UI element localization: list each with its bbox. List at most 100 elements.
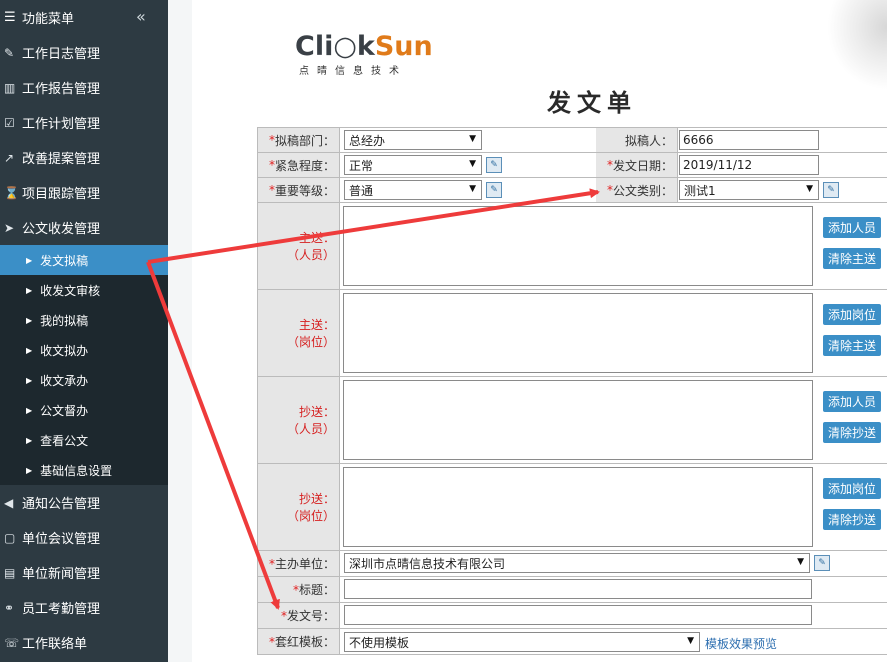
category-select[interactable]: 测试1 ▼ [679,180,819,200]
main-posts-textarea[interactable] [343,293,813,373]
submenu-item-label: 查看公文 [40,433,89,448]
sidebar-item-label: 员工考勤管理 [22,602,101,617]
dept-label: * 拟稿部门： [258,128,340,152]
drafter-value: 6666 [683,133,714,147]
edit-options-icon[interactable]: ✎ [486,182,502,198]
urgency-label: * 紧急程度： [258,153,340,177]
template-select[interactable]: 不使用模板 ▼ [344,632,700,652]
sidebar-item-label: 改善提案管理 [22,152,101,167]
template-preview-link[interactable]: 模板效果预览 [705,635,777,652]
host-value: 深圳市点晴信息技术有限公司 [349,556,506,571]
edit-options-icon[interactable]: ✎ [486,157,502,173]
submenu-item-label: 公文督办 [40,403,89,418]
caret-right-icon: ▶ [26,465,33,475]
collapse-icon[interactable]: « [136,7,146,26]
contact-icon: ☏ [4,635,20,650]
form-row-cc-posts: 抄送： （岗位） 添加岗位 清除抄送 [257,464,887,551]
caret-right-icon: ▶ [26,285,33,295]
submenu-item-label: 我的拟稿 [40,313,89,328]
sidebar-item-attendance[interactable]: ⚭ 员工考勤管理 [0,590,168,625]
dept-value: 总经办 [349,133,386,148]
submenu-item-label: 收文拟办 [40,343,89,358]
clear-main-posts-button[interactable]: 清除主送 [823,335,882,356]
content-gutter [168,0,192,662]
sidebar-item-label: 工作计划管理 [22,117,101,132]
sidebar-item-document[interactable]: ➤ 公文收发管理 [0,210,168,245]
logo-text-sun: Sun [374,31,433,62]
sidebar-item-news[interactable]: ▤ 单位新闻管理 [0,555,168,590]
edit-options-icon[interactable]: ✎ [823,182,839,198]
sidebar-item-improvement[interactable]: ↗ 改善提案管理 [0,140,168,175]
meeting-icon: ▢ [4,530,16,545]
calendar-check-icon: ☑ [4,115,15,130]
submenu-item-my-drafts[interactable]: ▶ 我的拟稿 [0,305,168,335]
sidebar-item-notice[interactable]: ◀ 通知公告管理 [0,485,168,520]
clear-main-button[interactable]: 清除主送 [823,248,882,269]
cc-persons-label: 抄送： （人员） [258,377,340,463]
title-label: * 标题： [258,577,340,602]
sidebar-item-project[interactable]: ⌛ 项目跟踪管理 [0,175,168,210]
drafter-label: 拟稿人： [596,128,678,152]
submenu-item-label: 收文承办 [40,373,89,388]
add-cc-person-button[interactable]: 添加人员 [823,391,882,412]
hourglass-icon: ⌛ [4,185,19,200]
cc-persons-textarea[interactable] [343,380,813,460]
drafter-input[interactable]: 6666 [679,130,819,150]
title-input[interactable] [344,579,812,599]
template-value: 不使用模板 [349,635,410,650]
sidebar-item-work-report[interactable]: ▥ 工作报告管理 [0,70,168,105]
form-row-importance: * 重要等级： 普通 ▼ ✎ * 公文类别： 测试1 ▼ ✎ [257,178,887,203]
cc-posts-textarea[interactable] [343,467,813,547]
sidebar-item-meeting[interactable]: ▢ 单位会议管理 [0,520,168,555]
attendance-icon: ⚭ [4,600,15,615]
dropdown-caret-icon: ▼ [469,184,476,194]
caret-right-icon: ▶ [26,255,33,265]
date-input[interactable]: 2019/11/12 [679,155,819,175]
form-row-docno: * 发文号： [257,603,887,629]
sidebar-item-contact[interactable]: ☏ 工作联络单 [0,625,168,660]
document-form: * 拟稿部门： 总经办 ▼ 拟稿人： 6666 * 紧急程度： 正常 ▼ ✎ * 发文… [257,127,887,655]
form-row-main-posts: 主送： （岗位） 添加岗位 清除主送 [257,290,887,377]
form-row-host: * 主办单位： 深圳市点晴信息技术有限公司 ▼ ✎ [257,551,887,577]
host-select[interactable]: 深圳市点晴信息技术有限公司 ▼ [344,553,810,573]
submenu-item-draft[interactable]: ▶ 发文拟稿 [0,245,168,275]
submenu-item-label: 基础信息设置 [40,463,113,478]
form-row-title: * 标题： [257,577,887,603]
add-post-button[interactable]: 添加岗位 [823,304,882,325]
urgency-select[interactable]: 正常 ▼ [344,155,482,175]
caret-right-icon: ▶ [26,315,33,325]
submenu-item-settings[interactable]: ▶ 基础信息设置 [0,455,168,485]
logo-subtitle: 点晴信息技术 [299,66,407,77]
dept-select[interactable]: 总经办 ▼ [344,130,482,150]
edit-options-icon[interactable]: ✎ [814,555,830,571]
clear-cc-button[interactable]: 清除抄送 [823,422,882,443]
importance-select[interactable]: 普通 ▼ [344,180,482,200]
submenu-item-view[interactable]: ▶ 查看公文 [0,425,168,455]
submenu-item-receive-handle[interactable]: ▶ 收文承办 [0,365,168,395]
category-label: * 公文类别： [596,178,678,202]
logo-mouse-icon: ○ [333,31,357,62]
page-title: 发文单 [547,89,637,117]
logo-brand: Cli○kSun [295,31,433,62]
sidebar-item-label: 工作报告管理 [22,82,101,97]
main-persons-textarea[interactable] [343,206,813,286]
clear-cc-posts-button[interactable]: 清除抄送 [823,509,882,530]
submenu-item-review[interactable]: ▶ 收发文审核 [0,275,168,305]
bullhorn-icon: ◀ [4,495,14,510]
urgency-value: 正常 [349,158,374,173]
form-row-cc-persons: 抄送： （人员） 添加人员 清除抄送 [257,377,887,464]
date-value: 2019/11/12 [683,158,753,172]
submenu-item-label: 发文拟稿 [40,253,89,268]
docno-label: * 发文号： [258,603,340,628]
caret-right-icon: ▶ [26,375,33,385]
sidebar: ☰ 功能菜单 « ✎ 工作日志管理 ▥ 工作报告管理 ☑ 工作计划管理 ↗ 改善… [0,0,168,662]
submenu-item-receive-plan[interactable]: ▶ 收文拟办 [0,335,168,365]
docno-input[interactable] [344,605,812,625]
form-row-main-persons: 主送： （人员） 添加人员 清除主送 [257,203,887,290]
add-cc-post-button[interactable]: 添加岗位 [823,478,882,499]
submenu-item-supervise[interactable]: ▶ 公文督办 [0,395,168,425]
sidebar-item-label: 工作日志管理 [22,47,101,62]
add-person-button[interactable]: 添加人员 [823,217,882,238]
sidebar-item-work-log[interactable]: ✎ 工作日志管理 [0,35,168,70]
sidebar-item-work-plan[interactable]: ☑ 工作计划管理 [0,105,168,140]
